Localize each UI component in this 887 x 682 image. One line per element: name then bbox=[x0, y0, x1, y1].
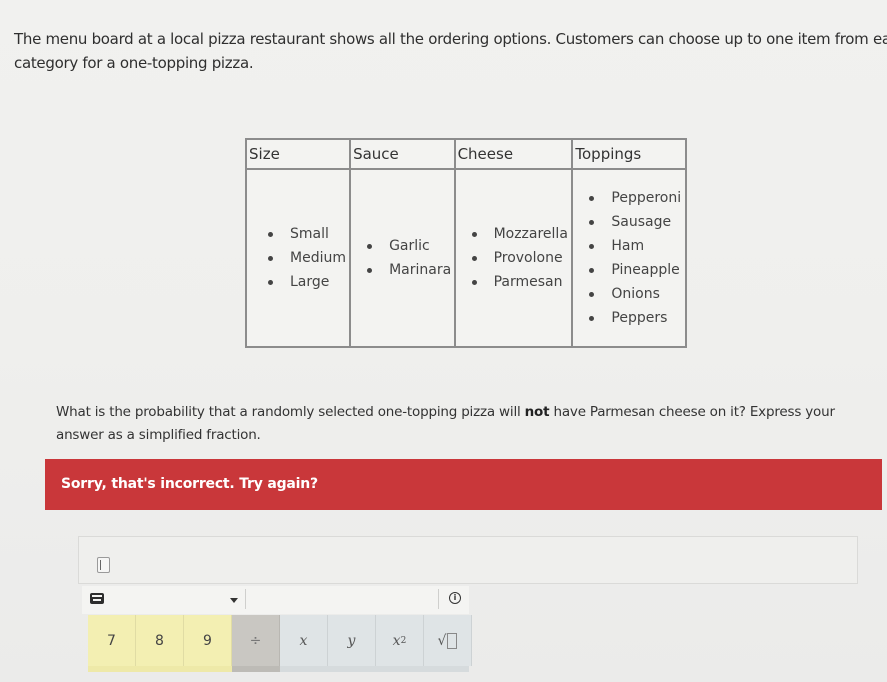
answer-input[interactable] bbox=[97, 557, 110, 573]
key-9[interactable]: 9 bbox=[184, 615, 232, 666]
list-item: Mozzarella bbox=[471, 222, 572, 246]
key-divide[interactable]: ÷ bbox=[232, 615, 280, 666]
header-toppings: Toppings bbox=[571, 138, 687, 170]
list-item: Parmesan bbox=[471, 270, 572, 294]
list-item: Ham bbox=[589, 234, 685, 258]
menu-table-body-row: Small Medium Large Garlic Marinara Mozza… bbox=[244, 168, 687, 348]
key-x-squared-base: x bbox=[392, 632, 401, 649]
cheese-cell: Mozzarella Provolone Parmesan bbox=[453, 168, 574, 348]
sauce-list: Garlic Marinara bbox=[351, 234, 454, 282]
question-text: What is the probability that a randomly … bbox=[56, 401, 856, 447]
list-item: Large bbox=[267, 270, 349, 294]
sauce-cell: Garlic Marinara bbox=[349, 168, 456, 348]
list-item: Medium bbox=[267, 246, 349, 270]
list-item: Pineapple bbox=[589, 258, 685, 282]
problem-intro: The menu board at a local pizza restaura… bbox=[14, 27, 887, 75]
list-item: Small bbox=[267, 222, 349, 246]
toppings-cell: Pepperoni Sausage Ham Pineapple Onions P… bbox=[571, 168, 687, 348]
info-icon[interactable]: i bbox=[449, 592, 461, 604]
list-item: Peppers bbox=[589, 306, 685, 330]
size-cell: Small Medium Large bbox=[244, 168, 352, 348]
header-cheese: Cheese bbox=[453, 138, 574, 170]
keypad-next-row bbox=[88, 666, 469, 672]
keypad-toolbar: i bbox=[82, 586, 469, 614]
key-7[interactable]: 7 bbox=[88, 615, 136, 666]
menu-table: Size Sauce Cheese Toppings Small Medium … bbox=[244, 138, 687, 348]
size-list: Small Medium Large bbox=[247, 222, 349, 294]
page: The menu board at a local pizza restaura… bbox=[0, 0, 887, 682]
sqrt-placeholder-box bbox=[447, 632, 458, 649]
key-y[interactable]: y bbox=[328, 615, 376, 666]
keypad: 7 8 9 ÷ x y x2 √ bbox=[88, 615, 472, 666]
caret-down-icon[interactable] bbox=[230, 598, 238, 603]
answer-area[interactable] bbox=[78, 536, 858, 584]
header-sauce: Sauce bbox=[349, 138, 456, 170]
question-part-1: What is the probability that a randomly … bbox=[56, 404, 525, 420]
key-8[interactable]: 8 bbox=[136, 615, 184, 666]
key-x-squared[interactable]: x2 bbox=[376, 615, 424, 666]
list-item: Sausage bbox=[589, 210, 685, 234]
sqrt-icon: √ bbox=[437, 632, 447, 649]
keyboard-icon[interactable] bbox=[90, 593, 104, 604]
feedback-banner: Sorry, that's incorrect. Try again? bbox=[45, 459, 882, 510]
toolbar-divider bbox=[438, 589, 439, 609]
key-sqrt[interactable]: √ bbox=[424, 615, 472, 666]
question-part-2: have Parmesan cheese on it? Express your bbox=[549, 404, 835, 420]
question-line-1: What is the probability that a randomly … bbox=[56, 401, 856, 424]
key-x[interactable]: x bbox=[280, 615, 328, 666]
header-size: Size bbox=[244, 138, 352, 170]
list-item: Onions bbox=[589, 282, 685, 306]
list-item: Garlic bbox=[367, 234, 454, 258]
question-emphasis: not bbox=[524, 404, 550, 420]
list-item: Marinara bbox=[367, 258, 454, 282]
question-line-2: answer as a simplified fraction. bbox=[56, 427, 261, 443]
intro-line-2: category for a one-topping pizza. bbox=[14, 54, 254, 72]
toolbar-divider bbox=[245, 589, 246, 609]
toppings-list: Pepperoni Sausage Ham Pineapple Onions P… bbox=[573, 186, 685, 330]
menu-table-header-row: Size Sauce Cheese Toppings bbox=[244, 138, 687, 170]
list-item: Provolone bbox=[471, 246, 572, 270]
key-x-squared-exponent: 2 bbox=[400, 635, 407, 646]
cheese-list: Mozzarella Provolone Parmesan bbox=[456, 222, 572, 294]
intro-line-1: The menu board at a local pizza restaura… bbox=[14, 30, 887, 48]
list-item: Pepperoni bbox=[589, 186, 685, 210]
